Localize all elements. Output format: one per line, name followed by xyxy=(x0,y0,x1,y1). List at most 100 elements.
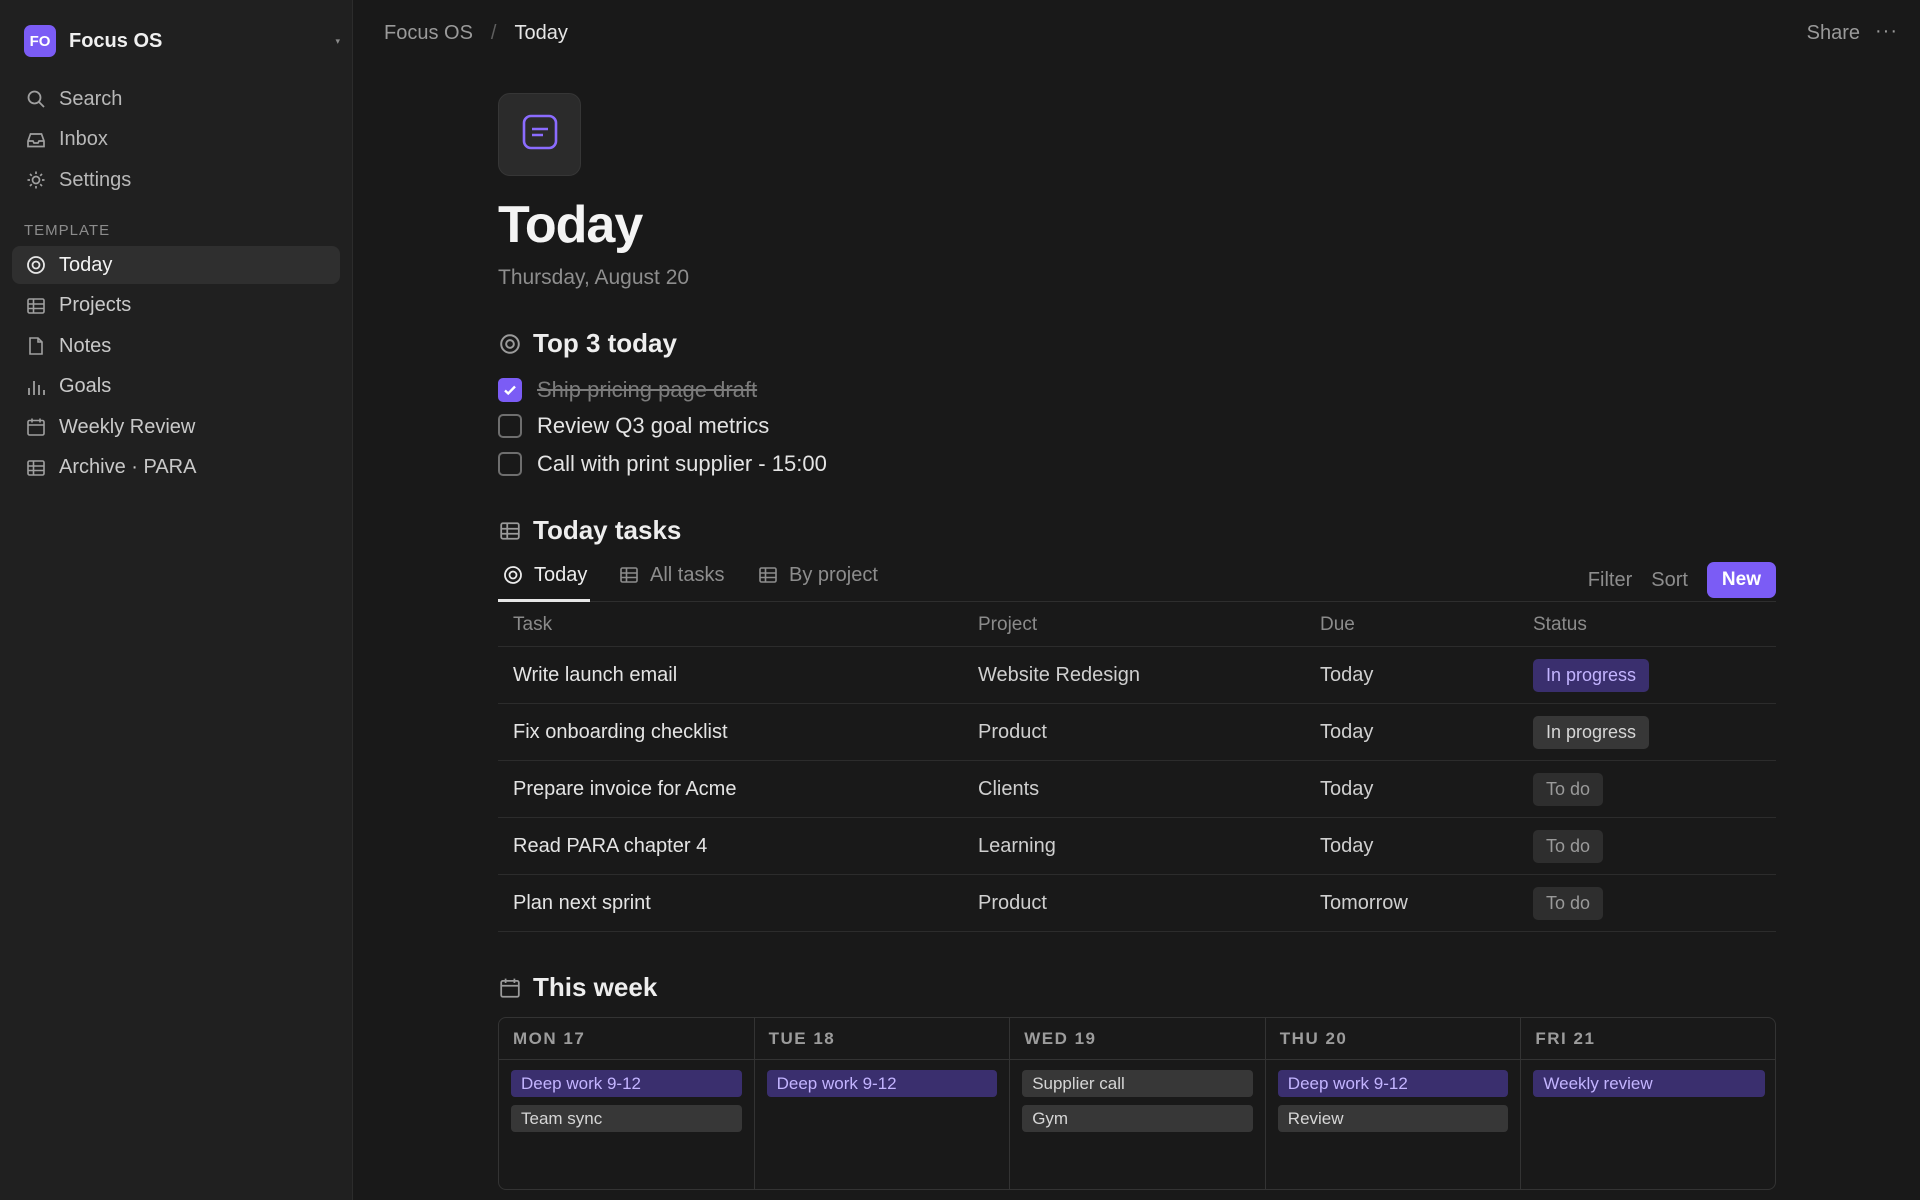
cell-due: Tomorrow xyxy=(1320,891,1408,914)
todo-text[interactable]: Ship pricing page draft xyxy=(537,377,757,403)
column-header-task[interactable]: Task xyxy=(513,603,552,646)
sort-button[interactable]: Sort xyxy=(1651,569,1688,592)
tab-label: All tasks xyxy=(650,564,725,586)
sidebar-item-inbox[interactable]: Inbox xyxy=(12,121,340,159)
sidebar-item-weekly-review[interactable]: Weekly Review xyxy=(12,408,340,446)
status-badge[interactable]: To do xyxy=(1533,772,1604,806)
sidebar-item-label: Goals xyxy=(59,375,112,397)
sidebar-item-today[interactable]: Today xyxy=(12,246,340,284)
sidebar-item-label: Today xyxy=(59,253,113,276)
table-row[interactable]: Prepare invoice for Acme Clients Today To d… xyxy=(498,761,1776,818)
cell-due: Today xyxy=(1320,663,1374,686)
table-row[interactable]: Read PARA chapter 4 Learning Today To do xyxy=(498,818,1776,875)
calendar-event[interactable]: Deep work 9-12 xyxy=(1277,1070,1509,1097)
sidebar-top-nav: Search Inbox Settings xyxy=(12,80,340,202)
target-icon xyxy=(498,332,522,356)
filter-button[interactable]: Filter xyxy=(1588,569,1632,592)
calendar-event[interactable]: Deep work 9-12 xyxy=(766,1070,998,1097)
calendar-event[interactable]: Team sync xyxy=(511,1105,742,1132)
status-badge[interactable]: To do xyxy=(1533,886,1604,920)
view-tabs: Today All tasks By project Filter Sort N… xyxy=(498,560,1776,602)
breadcrumb-workspace[interactable]: Focus OS xyxy=(384,22,473,45)
cell-project: Learning xyxy=(978,834,1056,857)
target-icon xyxy=(502,564,524,586)
calendar-event[interactable]: Deep work 9-12 xyxy=(511,1070,742,1097)
bar-chart-icon xyxy=(25,376,47,398)
checkmark-icon xyxy=(504,385,516,396)
table-icon xyxy=(618,564,640,586)
week-heading: This week xyxy=(498,972,657,1003)
day-label: WED 19 xyxy=(1010,1018,1265,1060)
column-header-status[interactable]: Status xyxy=(1533,603,1587,646)
day-column: TUE 18 Deep work 9-12 xyxy=(754,1018,1011,1189)
day-column: MON 17 Deep work 9-12 Team sync xyxy=(499,1018,755,1189)
tab-all-tasks[interactable]: All tasks xyxy=(618,564,724,602)
page-title: Today xyxy=(498,196,643,254)
section-title: Top 3 today xyxy=(533,328,677,358)
tasks-table: Task Project Due Status Write launch ema… xyxy=(498,603,1776,932)
sidebar: FO Focus OS ▾ Search Inbox Settings TEMP… xyxy=(0,0,353,1200)
new-task-button[interactable]: New xyxy=(1706,562,1776,598)
status-badge[interactable]: To do xyxy=(1533,829,1604,863)
tab-by-project[interactable]: By project xyxy=(757,564,878,602)
status-badge[interactable]: In progress xyxy=(1533,715,1650,749)
cell-project: Clients xyxy=(978,777,1040,800)
cell-task: Plan next sprint xyxy=(513,891,651,914)
day-label: TUE 18 xyxy=(754,1018,1010,1060)
checkbox[interactable] xyxy=(498,452,522,476)
todo-item: Call with print supplier - 15:00 xyxy=(498,451,827,477)
todo-text[interactable]: Review Q3 goal metrics xyxy=(537,413,769,439)
table-row[interactable]: Fix onboarding checklist Product Today In p… xyxy=(498,704,1776,761)
sidebar-template-nav: Today Projects Notes Goals Weekly Review xyxy=(12,246,340,489)
table-row[interactable]: Plan next sprint Product Tomorrow To do xyxy=(498,875,1776,932)
cell-task: Read PARA chapter 4 xyxy=(513,834,708,857)
sidebar-item-label: Archive · PARA xyxy=(59,456,197,478)
checkbox[interactable] xyxy=(498,414,522,438)
gear-icon xyxy=(25,169,47,191)
day-column: THU 20 Deep work 9-12 Review xyxy=(1265,1018,1522,1189)
cell-status: In progress xyxy=(1533,647,1650,703)
search-icon xyxy=(25,88,47,110)
calendar-event[interactable]: Supplier call xyxy=(1022,1070,1253,1097)
sidebar-item-settings[interactable]: Settings xyxy=(12,161,340,199)
tab-today[interactable]: Today xyxy=(498,564,591,602)
document-icon xyxy=(25,335,47,357)
chevron-down-icon[interactable]: ▾ xyxy=(335,36,340,47)
sidebar-item-archive[interactable]: Archive · PARA xyxy=(12,449,340,487)
sidebar-item-label: Projects xyxy=(59,294,132,316)
todo-item: Review Q3 goal metrics xyxy=(498,413,769,439)
day-column: FRI 21 Weekly review xyxy=(1521,1018,1775,1189)
workspace-avatar: FO xyxy=(24,25,56,57)
todo-text[interactable]: Call with print supplier - 15:00 xyxy=(537,451,827,477)
status-badge[interactable]: In progress xyxy=(1533,658,1650,692)
sidebar-item-goals[interactable]: Goals xyxy=(12,368,340,406)
cell-task: Write launch email xyxy=(513,663,678,686)
cell-due: Today xyxy=(1320,777,1374,800)
cell-due: Today xyxy=(1320,834,1374,857)
week-board: MON 17 Deep work 9-12 Team sync TUE 18 Deep … xyxy=(498,1017,1776,1190)
sidebar-item-search[interactable]: Search xyxy=(12,80,340,118)
day-column: WED 19 Supplier call Gym xyxy=(1010,1018,1266,1189)
table-icon xyxy=(498,519,522,543)
checkbox[interactable] xyxy=(498,378,522,402)
cell-task: Prepare invoice for Acme xyxy=(513,777,737,800)
table-row[interactable]: Write launch email Website Redesign Today I… xyxy=(498,647,1776,704)
workspace-switcher[interactable]: FO Focus OS ▾ xyxy=(24,24,340,58)
sidebar-item-projects[interactable]: Projects xyxy=(12,287,340,325)
page-icon[interactable] xyxy=(498,93,581,176)
breadcrumb-separator: / xyxy=(490,22,497,44)
calendar-event[interactable]: Review xyxy=(1277,1105,1509,1132)
sidebar-item-label: Inbox xyxy=(59,128,108,150)
column-header-project[interactable]: Project xyxy=(978,603,1037,646)
table-header-row: Task Project Due Status xyxy=(498,603,1776,647)
share-button[interactable]: Share xyxy=(1807,22,1860,45)
column-header-due[interactable]: Due xyxy=(1320,603,1355,646)
sidebar-item-label: Search xyxy=(59,87,123,110)
sidebar-item-notes[interactable]: Notes xyxy=(12,327,340,365)
more-options-icon[interactable]: ··· xyxy=(1875,20,1898,43)
calendar-event[interactable]: Weekly review xyxy=(1533,1070,1765,1097)
day-label: FRI 21 xyxy=(1521,1018,1775,1060)
table-icon xyxy=(25,457,47,479)
section-title: Today tasks xyxy=(533,515,682,545)
calendar-event[interactable]: Gym xyxy=(1022,1105,1253,1132)
